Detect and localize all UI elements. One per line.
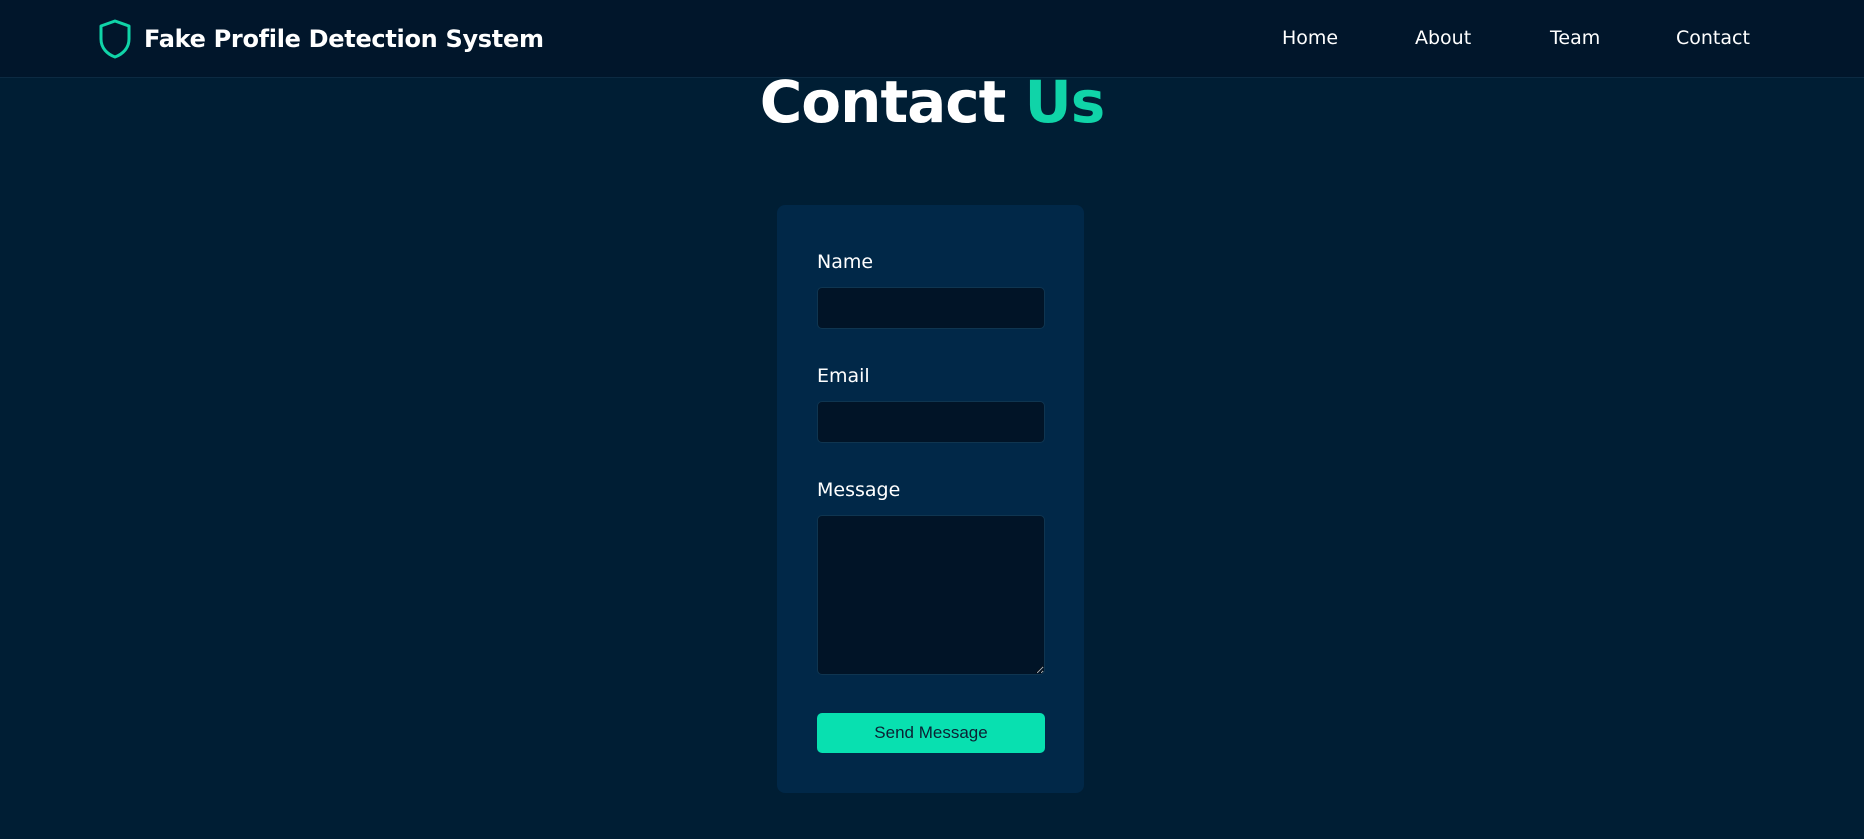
- nav-link-about[interactable]: About: [1415, 27, 1471, 49]
- name-input[interactable]: [817, 287, 1045, 329]
- message-textarea[interactable]: [817, 515, 1045, 675]
- email-input[interactable]: [817, 401, 1045, 443]
- name-label: Name: [817, 251, 874, 273]
- page-title: Contact Us: [0, 66, 1864, 138]
- email-label: Email: [817, 365, 870, 387]
- send-message-button[interactable]: Send Message: [817, 713, 1045, 753]
- nav-link-contact[interactable]: Contact: [1676, 27, 1750, 49]
- message-label: Message: [817, 479, 901, 501]
- nav-link-team[interactable]: Team: [1550, 27, 1600, 49]
- contact-form: Name Email Message Send Message: [777, 205, 1084, 793]
- nav-link-home[interactable]: Home: [1282, 27, 1338, 49]
- page-title-main: Contact: [759, 68, 1007, 136]
- page-title-accent: Us: [1024, 68, 1106, 136]
